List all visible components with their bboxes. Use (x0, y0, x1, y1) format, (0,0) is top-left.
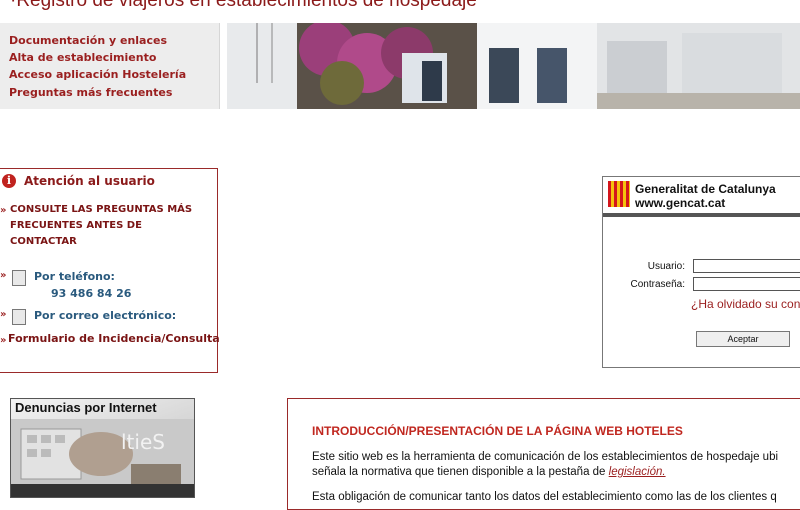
forgot-password-link[interactable]: ¿Ha olvidado su con (691, 297, 800, 311)
faq-notice-line: CONSULTE LAS PREGUNTAS MÁS (10, 204, 193, 215)
faq-notice-link[interactable]: CONSULTE LAS PREGUNTAS MÁS FRECUENTES AN… (10, 202, 210, 250)
username-input[interactable] (693, 259, 800, 273)
intro-paragraph-line: señala la normativa que tienen disponibl… (312, 464, 666, 480)
arrow-icon: » (0, 205, 7, 216)
faq-notice-line: CONTACTAR (10, 236, 77, 247)
main-nav: Documentación y enlaces Alta de establec… (0, 23, 220, 109)
incident-form-link[interactable]: Formulario de Incidencia/Consulta (8, 332, 220, 345)
nav-item-hostelry-access[interactable]: Acceso aplicación Hostelería (9, 68, 186, 81)
nav-item-documentation[interactable]: Documentación y enlaces (9, 34, 167, 47)
site-title: ·Registro de viajeros en establecimiento… (10, 0, 477, 11)
intro-text: señala la normativa que tienen disponibl… (312, 466, 609, 478)
arrow-icon: » (0, 335, 7, 346)
org-name: Generalitat de Catalunya (635, 182, 776, 196)
nav-item-registration[interactable]: Alta de establecimiento (9, 51, 156, 64)
phone-label: Por teléfono: (34, 270, 115, 283)
user-support-panel: i Atención al usuario » CONSULTE LAS PRE… (0, 168, 220, 373)
password-input[interactable] (693, 277, 800, 291)
faq-notice-line: FRECUENTES ANTES DE (10, 220, 142, 231)
org-url[interactable]: www.gencat.cat (635, 196, 725, 210)
arrow-icon: » (0, 309, 7, 320)
gencat-logo-icon (608, 181, 630, 207)
mail-icon (12, 309, 26, 325)
promo-title: Denuncias por Internet (15, 400, 157, 415)
password-label: Contraseña: (630, 279, 685, 290)
phone-icon (12, 270, 26, 286)
intro-paragraph-line: Este sitio web es la herramienta de comu… (312, 451, 779, 463)
gencat-header: Generalitat de Catalunya www.gencat.cat (603, 177, 800, 217)
intro-paragraph-line: Esta obligación de comunicar tanto los d… (312, 491, 777, 503)
username-label: Usuario: (647, 261, 685, 272)
phone-number: 93 486 84 26 (51, 287, 132, 300)
nav-item-faq[interactable]: Preguntas más frecuentes (9, 86, 172, 99)
intro-title: INTRODUCCIÓN/PRESENTACIÓN DE LA PÁGINA W… (312, 424, 683, 438)
login-panel: Generalitat de Catalunya www.gencat.cat … (602, 176, 800, 368)
arrow-icon: » (0, 270, 7, 281)
svg-text:ltieS: ltieS (121, 430, 165, 454)
email-label: Por correo electrónico: (34, 309, 177, 322)
info-icon: i (2, 174, 16, 188)
hotel-facade-illustration (227, 23, 800, 109)
intro-panel: INTRODUCCIÓN/PRESENTACIÓN DE LA PÁGINA W… (287, 398, 800, 510)
support-title: Atención al usuario (24, 174, 155, 188)
internet-complaints-banner[interactable]: ltieS Denuncias por Internet (10, 398, 195, 498)
header-banner-image (227, 23, 800, 109)
legislation-link[interactable]: legislación. (609, 466, 666, 478)
login-submit-button[interactable]: Aceptar (696, 331, 790, 347)
